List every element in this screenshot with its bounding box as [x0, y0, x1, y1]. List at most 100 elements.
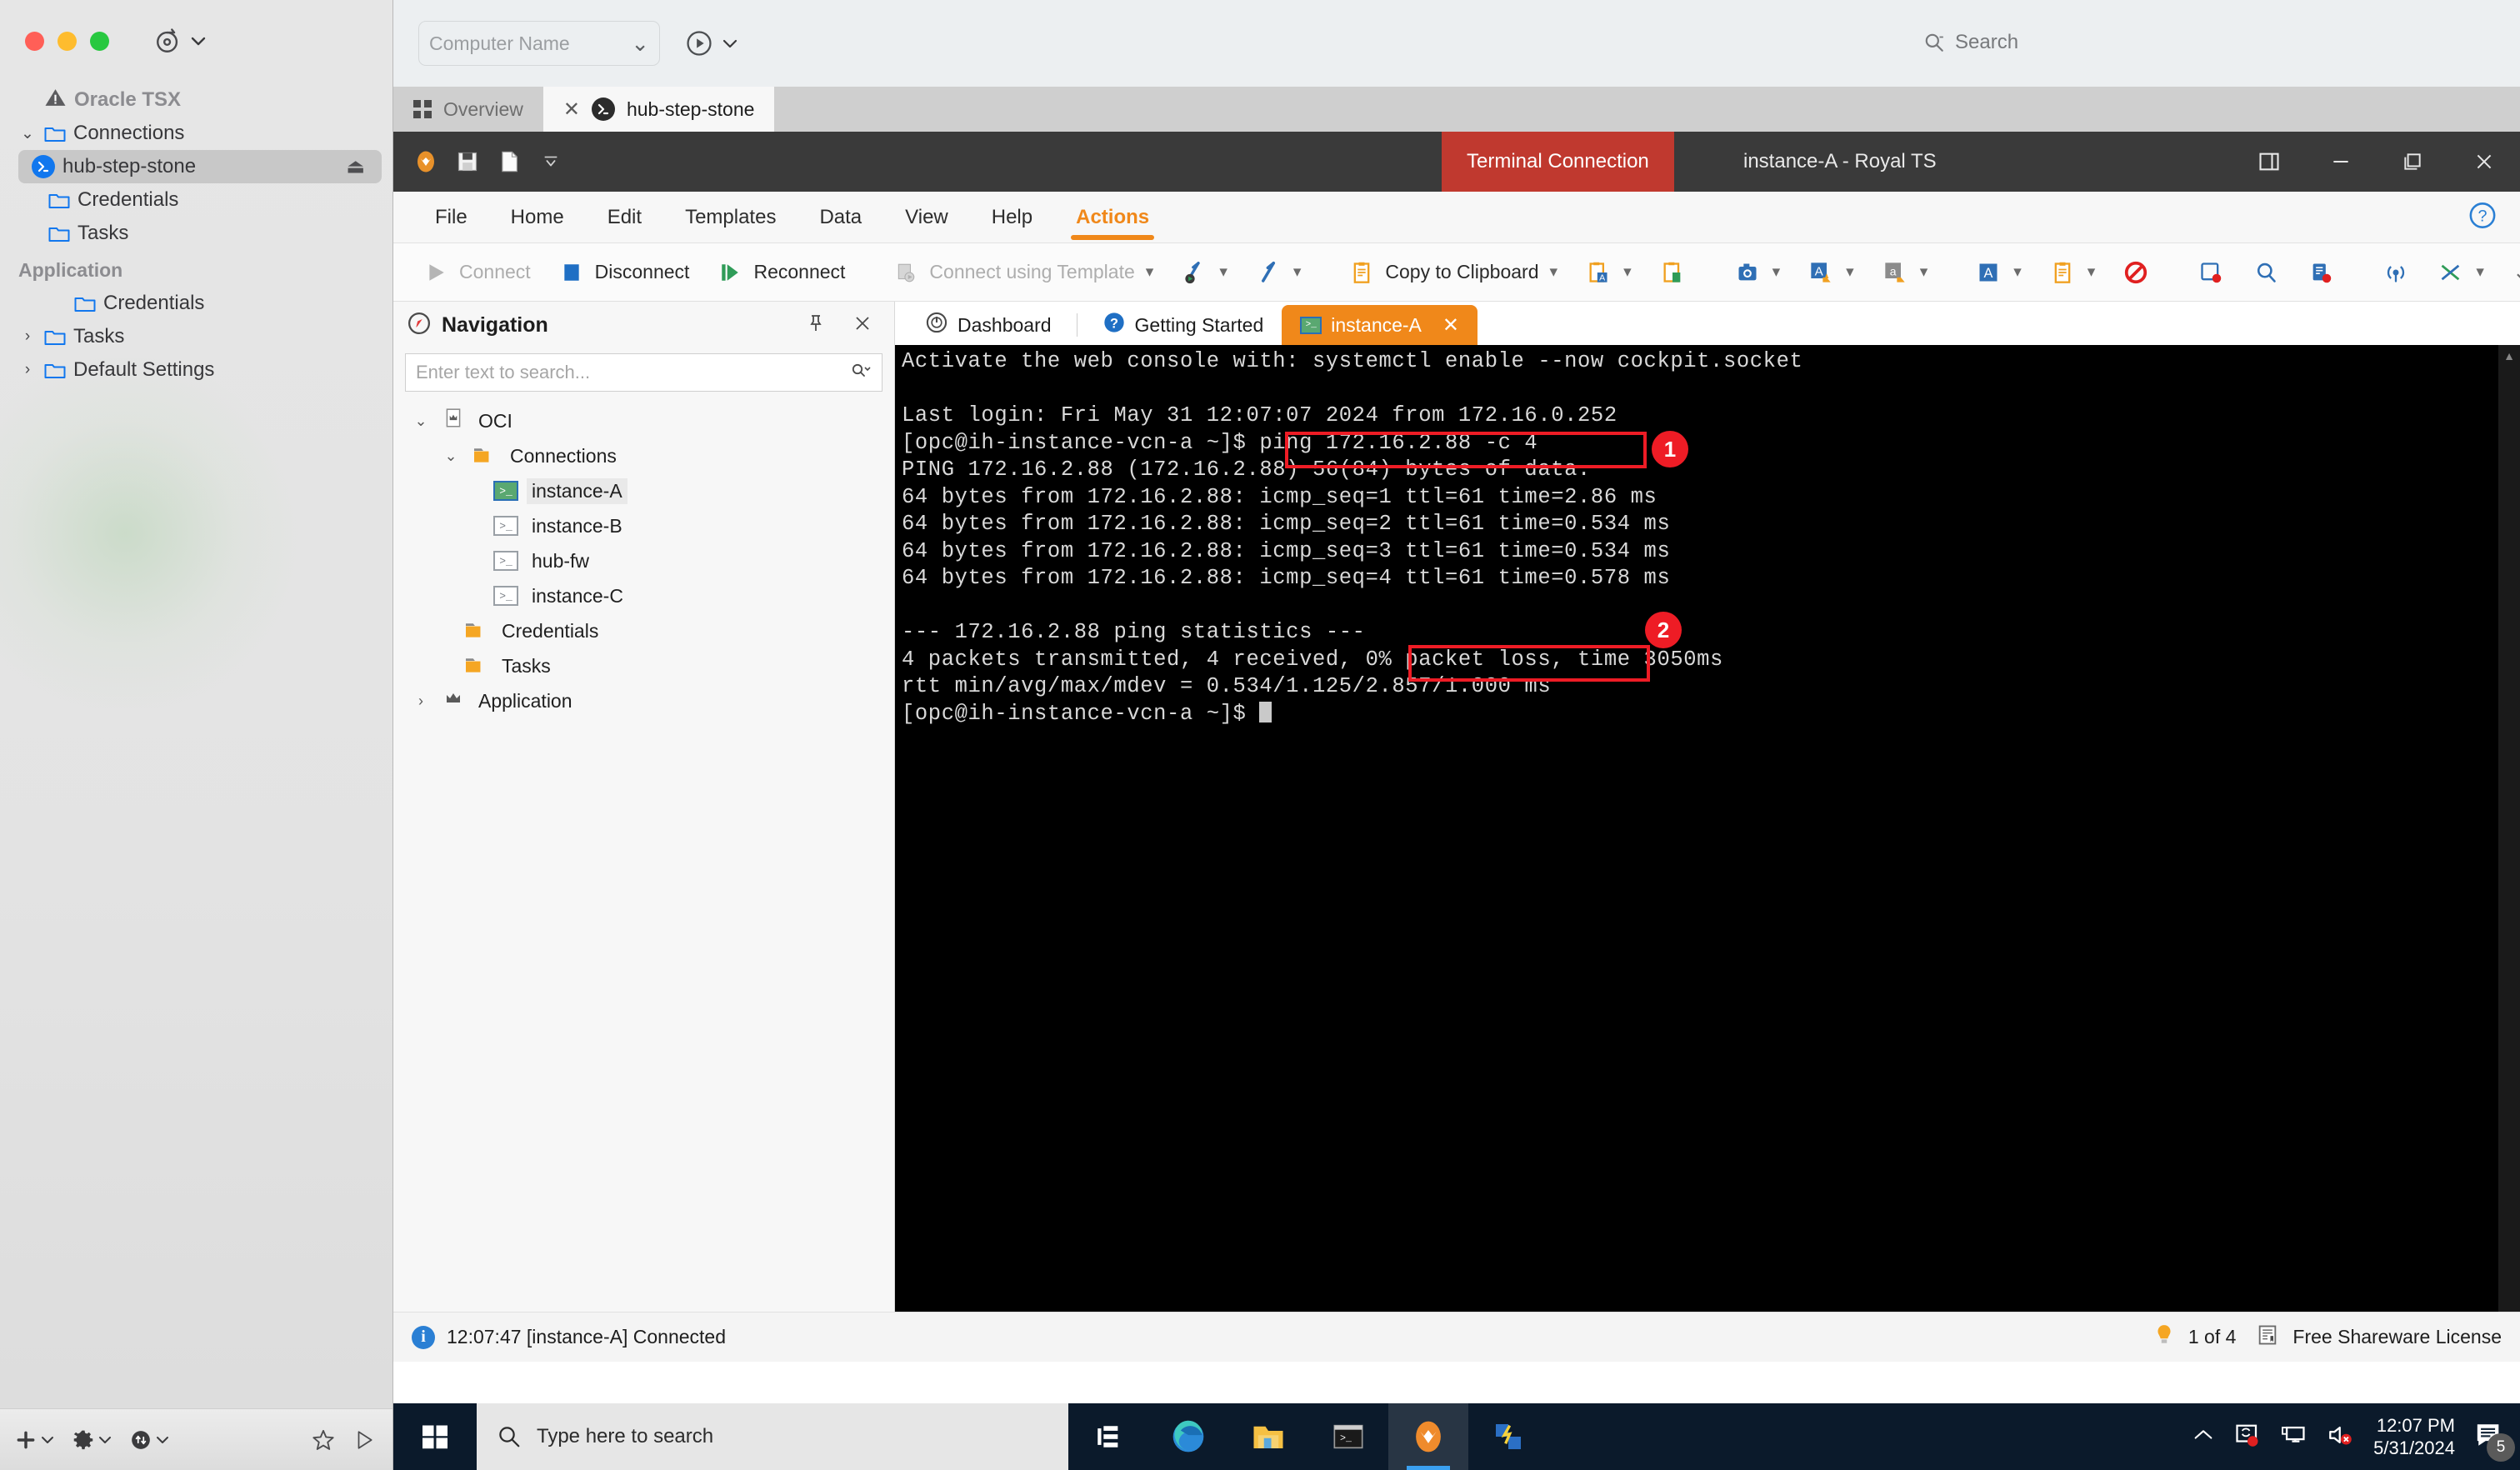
tree-item-instance-a[interactable]: >_ instance-A	[393, 473, 894, 508]
key-button[interactable]: ▾	[1241, 251, 1315, 294]
terminal-scrollbar[interactable]: ▲	[2498, 345, 2520, 1312]
tree-item-instance-b[interactable]: >_ instance-B	[393, 508, 894, 543]
taskbar-search-input[interactable]: Type here to search	[477, 1403, 1068, 1470]
chevron-down-icon[interactable]: ▾	[1293, 262, 1302, 282]
minimize-icon[interactable]	[2305, 132, 2377, 192]
close-icon[interactable]	[2448, 132, 2520, 192]
chevron-down-icon[interactable]: ▾	[1623, 262, 1632, 282]
chevron-right-icon[interactable]: ›	[18, 361, 37, 379]
chevron-down-icon[interactable]: ▾	[2013, 262, 2022, 282]
terminal-app-icon[interactable]: >_	[1308, 1403, 1388, 1470]
pin-icon[interactable]	[798, 313, 834, 338]
save-icon[interactable]	[453, 148, 482, 176]
restore-layout-icon[interactable]	[2233, 132, 2305, 192]
menu-edit[interactable]: Edit	[586, 192, 663, 243]
tree-item-tasks[interactable]: Tasks	[393, 648, 894, 683]
sidebar-item-hub-step-stone[interactable]: hub-step-stone ⏏	[18, 150, 382, 183]
connect-button[interactable]	[685, 29, 738, 58]
windows-start-icon[interactable]	[393, 1403, 477, 1470]
navigation-search-input[interactable]: Enter text to search...	[405, 353, 882, 392]
zoom-window-button[interactable]	[90, 32, 109, 51]
log-button[interactable]: ▾	[2035, 251, 2109, 294]
tree-item-instance-c[interactable]: >_ instance-C	[393, 578, 894, 613]
paste-file-button[interactable]	[1645, 251, 1700, 294]
ribbon-expand-button[interactable]: ⌄	[2498, 251, 2520, 294]
chevron-down-icon[interactable]: ⌄	[631, 31, 649, 57]
remote-desktop-icon[interactable]	[1468, 1403, 1548, 1470]
tab-dashboard[interactable]: Dashboard	[907, 305, 1070, 345]
add-button[interactable]	[15, 1429, 54, 1451]
menu-file[interactable]: File	[413, 192, 489, 243]
sidebar-root-oracle-tsx[interactable]: > Oracle TSX	[0, 83, 392, 117]
font-increase-button[interactable]: A ▾	[1793, 251, 1868, 294]
chevron-down-icon[interactable]: ▾	[2088, 262, 2096, 282]
disconnect-button[interactable]: Disconnect	[544, 251, 703, 294]
favorite-button[interactable]	[312, 1428, 335, 1452]
close-icon[interactable]	[844, 313, 881, 338]
tab-overview[interactable]: Overview	[393, 87, 543, 132]
tab-instance-a[interactable]: >_ instance-A ✕	[1282, 305, 1478, 345]
chevron-down-icon[interactable]: ▾	[2476, 262, 2484, 282]
volume-muted-icon[interactable]	[2327, 1423, 2355, 1451]
sidebar-app-tasks[interactable]: › Tasks	[0, 320, 392, 353]
maximize-icon[interactable]	[2377, 132, 2448, 192]
help-question-icon[interactable]: ?	[2468, 201, 2497, 233]
menu-view[interactable]: View	[883, 192, 970, 243]
find-button[interactable]	[2238, 251, 2293, 294]
screenshot-button[interactable]: ▾	[1720, 251, 1794, 294]
menu-actions[interactable]: Actions	[1054, 192, 1171, 243]
minimize-window-button[interactable]	[58, 32, 77, 51]
sidebar-app-default-settings[interactable]: › Default Settings	[0, 353, 392, 387]
chevron-down-icon[interactable]	[190, 35, 207, 47]
tree-item-oci[interactable]: ⌄ OCI	[393, 403, 894, 438]
reconnect-button[interactable]: Reconnect	[702, 251, 858, 294]
font-button[interactable]: A ▾	[1961, 251, 2035, 294]
chevron-down-icon[interactable]: ⌄	[408, 412, 433, 430]
task-view-icon[interactable]	[1068, 1403, 1148, 1470]
send-key-button[interactable]	[2183, 251, 2238, 294]
chevron-down-icon[interactable]: ▾	[1146, 262, 1154, 282]
connect-using-template-button[interactable]: Connect using Template ▾	[878, 251, 1167, 294]
run-button[interactable]	[353, 1429, 375, 1451]
connect-button[interactable]: Connect	[408, 251, 544, 294]
chevron-down-icon[interactable]: ▾	[1772, 262, 1781, 282]
new-document-icon[interactable]	[495, 148, 523, 176]
chevron-right-icon[interactable]: ›	[18, 328, 37, 346]
refresh-circle-icon[interactable]	[154, 27, 207, 55]
shuffle-button[interactable]: ▾	[2423, 251, 2498, 294]
sidebar-item-credentials[interactable]: Credentials	[0, 183, 392, 217]
show-hidden-icons-icon[interactable]	[2192, 1427, 2215, 1448]
send-to-device-button[interactable]	[2293, 251, 2348, 294]
customize-quick-access-icon[interactable]	[537, 148, 565, 176]
tree-item-hub-fw[interactable]: >_ hub-fw	[393, 543, 894, 578]
close-icon[interactable]: ✕	[563, 98, 580, 122]
close-window-button[interactable]	[25, 32, 44, 51]
tree-item-connections[interactable]: ⌄ Connections	[393, 438, 894, 473]
menu-help[interactable]: Help	[970, 192, 1054, 243]
menu-data[interactable]: Data	[798, 192, 883, 243]
chevron-down-icon[interactable]: ▾	[1219, 262, 1228, 282]
broadcast-button[interactable]	[2368, 251, 2423, 294]
tree-item-application[interactable]: › Application	[393, 683, 894, 718]
tab-hub-step-stone[interactable]: ✕ hub-step-stone	[542, 87, 775, 132]
chevron-down-icon[interactable]: ▾	[1920, 262, 1928, 282]
scroll-up-arrow-icon[interactable]: ▲	[2498, 345, 2520, 367]
sidebar-item-connections[interactable]: ⌄ Connections	[0, 117, 392, 150]
copy-to-clipboard-button[interactable]: Copy to Clipboard ▾	[1334, 251, 1571, 294]
sidebar-app-credentials[interactable]: > Credentials	[0, 287, 392, 320]
chevron-down-icon[interactable]: ▾	[1846, 262, 1854, 282]
menu-home[interactable]: Home	[489, 192, 586, 243]
search-input[interactable]: Search	[1923, 22, 2490, 63]
royal-ts-app-icon[interactable]	[1388, 1403, 1468, 1470]
sidebar-item-tasks[interactable]: Tasks	[0, 217, 392, 250]
chevron-down-icon[interactable]: ⌄	[18, 124, 37, 143]
notifications-icon[interactable]: 5	[2473, 1421, 2515, 1462]
network-icon[interactable]	[2280, 1423, 2308, 1451]
stop-record-button[interactable]	[2108, 251, 2163, 294]
window-traffic-lights[interactable]	[25, 32, 109, 51]
tab-getting-started[interactable]: ? Getting Started	[1084, 305, 1282, 345]
paste-text-button[interactable]: A ▾	[1571, 251, 1645, 294]
sync-error-icon[interactable]	[2233, 1422, 2262, 1452]
key-connect-button[interactable]: ▾	[1167, 251, 1241, 294]
chevron-right-icon[interactable]: ›	[408, 692, 433, 710]
